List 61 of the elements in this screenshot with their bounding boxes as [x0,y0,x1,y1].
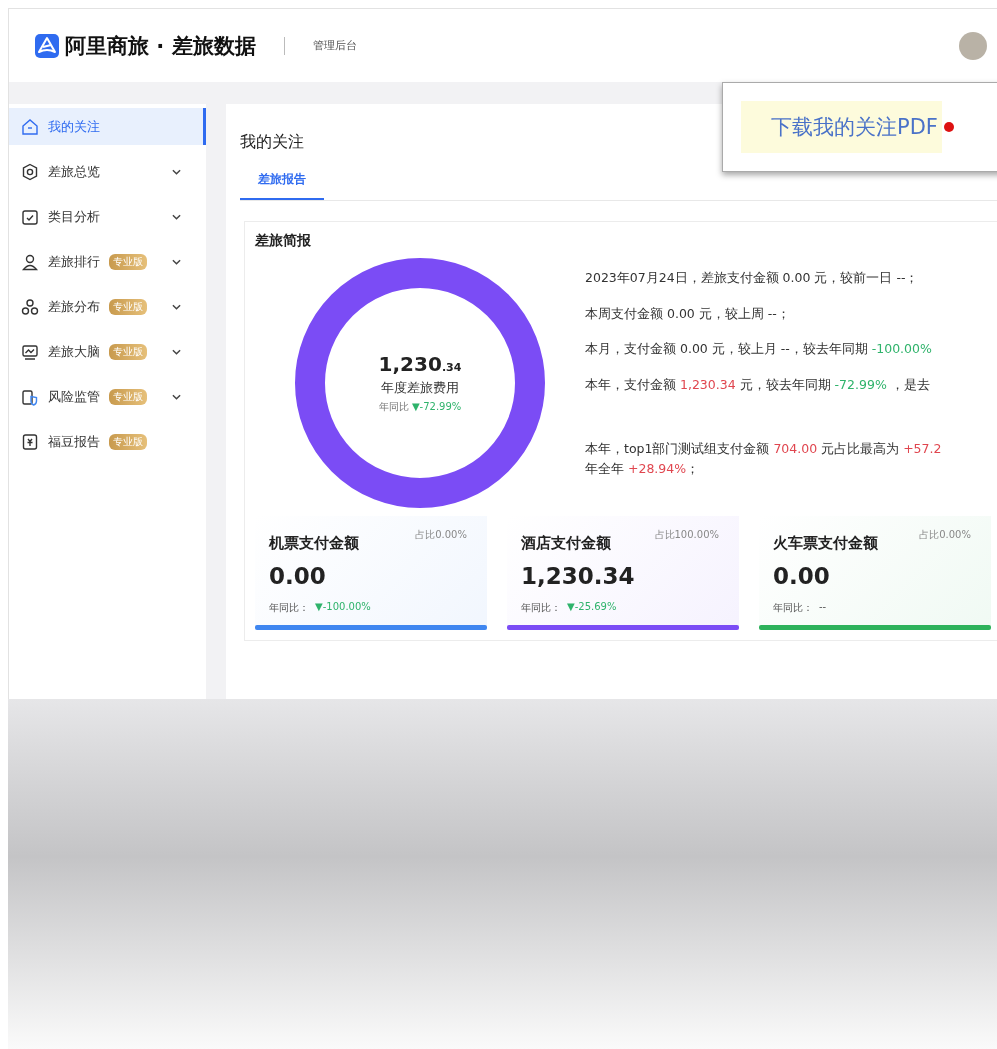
annual-label: 年度差旅费用 [381,379,459,397]
avatar[interactable] [959,31,987,60]
chevron-down-icon [172,303,181,310]
page-title: 我的关注 [240,132,305,153]
stat-share: 占比100.00% [654,528,719,542]
shield-icon [21,387,39,406]
yoy-value: ▼-25.69% [567,601,617,614]
notification-dot [943,122,954,132]
stat-share: 占比0.00% [415,528,467,542]
chevron-down-icon [172,213,181,220]
brief-statement: 本月，支付金额 0.00 元，较上月 --，较去年同期 -100.00% [585,340,933,358]
yoy-label: 年同比 [378,401,409,412]
nodes-icon [21,297,39,316]
pro-badge: 专业版 [109,298,147,315]
user-icon [21,252,39,271]
yoy-label: 年同比： [521,601,561,615]
brief-summary-line: 年全年 +28.94%； [585,459,701,478]
chevron-down-icon [172,168,181,175]
logo-icon [35,33,59,58]
yoy-value: ▼-100.00% [315,601,371,614]
sidebar-item[interactable]: 我的关注 [9,108,206,145]
yoy-label: 年同比： [773,601,813,615]
annual-amount: 1,230.34 [378,352,462,376]
stat-title: 酒店支付金额 [521,534,611,553]
brief-statement: 2023年07月24日，差旅支付金额 0.00 元，较前一日 --； [585,269,920,287]
sidebar-item[interactable]: 差旅大脑 专业版 [9,333,206,370]
stat-title: 火车票支付金额 [773,534,878,553]
brief-summary-line: 本年，top1部门测试组支付金额 704.00 元占比最高为 +57.2 [585,439,943,458]
chevron-down-icon [172,348,181,355]
brand-title: 阿里商旅 · 差旅数据 [65,32,256,60]
sidebar-item[interactable]: 差旅分布 专业版 [9,288,206,325]
sidebar-item[interactable]: 风险监管 专业版 [9,378,206,415]
sidebar-item[interactable]: 福豆报告 专业版 [9,423,206,460]
stat-amount: 0.00 [773,563,831,589]
header-subtitle: 管理后台 [312,38,357,53]
download-pdf-link[interactable]: 下载我的关注PDF [741,101,942,153]
chevron-down-icon [172,393,181,400]
coin-icon [21,432,39,451]
chevron-down-icon [172,258,181,265]
stat-share: 占比0.00% [919,528,971,542]
pro-badge: 专业版 [109,343,147,360]
report-tab[interactable]: 差旅报告 [240,171,324,200]
home-icon [21,117,39,136]
card-title: 差旅简报 [255,232,312,250]
sidebar-item[interactable]: 差旅排行 专业版 [9,243,206,280]
calendar-icon [21,207,39,226]
yoy-label: 年同比： [269,601,309,615]
pro-badge: 专业版 [109,388,147,405]
pro-badge: 专业版 [109,433,147,450]
brief-statement: 本年，支付金额 1,230.34 元，较去年同期 -72.99% ，是去 [585,375,931,394]
stat-amount: 1,230.34 [521,563,636,589]
sidebar-item[interactable]: 类目分析 [9,198,206,235]
sidebar-item[interactable]: 差旅总览 [9,153,206,190]
pro-badge: 专业版 [109,253,147,270]
yoy-value: -- [819,601,827,614]
stat-amount: 0.00 [269,563,327,589]
brief-statement: 本周支付金额 0.00 元，较上周 --； [585,304,791,323]
stat-title: 机票支付金额 [269,534,359,553]
hexagon-icon [21,162,39,181]
monitor-icon [21,342,39,361]
yoy-value: ▼-72.99% [411,401,462,412]
